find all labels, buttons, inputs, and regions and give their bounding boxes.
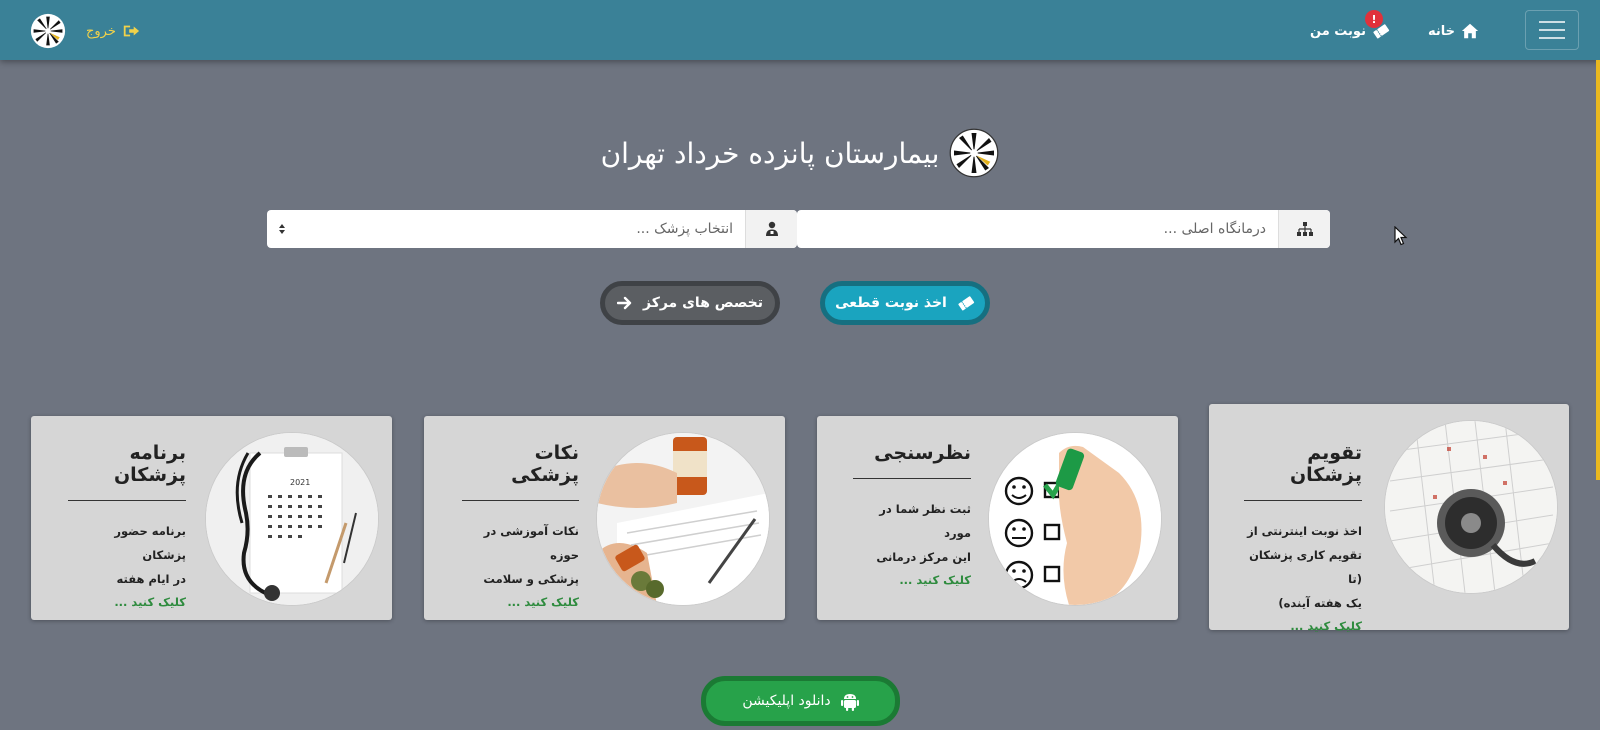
download-app-label: دانلود اپلیکیشن (742, 693, 831, 709)
doctor-icon (765, 221, 778, 236)
download-app-button[interactable]: دانلود اپلیکیشن (701, 676, 900, 726)
card-title: برنامه پزشکان (68, 442, 186, 501)
card-doctors-program[interactable]: 2021 برنامه پزشکان برنامه حضور پزشکان در… (31, 416, 392, 620)
card-desc-line: پزشکی و سلامت (483, 572, 579, 586)
card-description: اخذ نوبت اینترنتی از تقویم کاری پزشکان (… (1244, 519, 1362, 615)
svg-text:2021: 2021 (290, 478, 310, 487)
medical-tips-image (597, 433, 769, 605)
hospital-logo[interactable] (30, 13, 66, 49)
card-desc-line: یک هفته آینده) (1278, 596, 1362, 610)
sitemap-icon (1296, 222, 1313, 236)
card-desc-line: تقویم کاری پزشکان (تا (1249, 548, 1362, 586)
calendar-stethoscope-image (1385, 421, 1557, 593)
menu-bar (1539, 21, 1565, 23)
card-desc-line: این مرکز درمانی (876, 550, 971, 564)
card-text: تقویم پزشکان اخذ نوبت اینترنتی از تقویم … (1244, 442, 1362, 637)
mouse-cursor-icon (1394, 226, 1408, 246)
card-title: نکات پزشکی (462, 442, 579, 501)
card-description: نکات آموزشی در حوزه پزشکی و سلامت (462, 519, 579, 591)
page-title-row: بیمارستان پانزده خرداد تهران (0, 125, 1600, 181)
page-title: بیمارستان پانزده خرداد تهران (600, 136, 940, 170)
nav-home-label: خانه (1428, 23, 1456, 39)
card-text: نظرسنجی ثبت نظر شما در مورد این مرکز درم… (853, 442, 971, 591)
nav-home-link[interactable]: خانه (1428, 20, 1479, 42)
center-specialties-button[interactable]: تخصص های مرکز (600, 281, 780, 325)
navbar: خانه نوبت من ! خروج (0, 0, 1600, 60)
select-caret-icon (267, 210, 297, 248)
ticket-icon (958, 296, 974, 311)
card-title: تقویم پزشکان (1244, 442, 1362, 501)
card-link[interactable]: کلیک کنید ... (853, 569, 971, 591)
card-desc-line: برنامه حضور پزشکان (114, 524, 186, 562)
card-desc-line: در ایام هفته (116, 572, 186, 586)
card-text: نکات پزشکی نکات آموزشی در حوزه پزشکی و س… (462, 442, 579, 613)
clinic-select[interactable]: درمانگاه اصلی ... (797, 210, 1330, 248)
card-desc-line: ثبت نظر شما در مورد (879, 502, 971, 540)
android-icon (840, 694, 859, 711)
card-title: نظرسنجی (853, 442, 971, 479)
card-doctors-calendar[interactable]: تقویم پزشکان اخذ نوبت اینترنتی از تقویم … (1209, 404, 1569, 633)
menu-bar (1539, 37, 1565, 39)
notification-badge: ! (1365, 10, 1383, 28)
clinic-select-value: درمانگاه اصلی ... (1163, 221, 1266, 237)
card-description: ثبت نظر شما در مورد این مرکز درمانی (853, 497, 971, 569)
doctor-select-value: انتخاب پزشک ... (636, 221, 733, 237)
doctor-addon (745, 210, 797, 248)
hospital-logo (950, 128, 999, 178)
card-medical-tips[interactable]: نکات پزشکی نکات آموزشی در حوزه پزشکی و س… (424, 416, 785, 620)
doctor-select[interactable]: انتخاب پزشک ... (267, 210, 797, 248)
card-desc-line: اخذ نوبت اینترنتی از (1247, 524, 1362, 538)
center-specialties-label: تخصص های مرکز (643, 295, 764, 311)
nav-exit-label: خروج (86, 23, 116, 39)
clinic-addon (1278, 210, 1330, 248)
card-text: برنامه پزشکان برنامه حضور پزشکان در ایام… (68, 442, 186, 613)
card-link[interactable]: کلیک کنید ... (68, 591, 186, 613)
nav-myturn-label: نوبت من (1310, 23, 1366, 39)
card-link[interactable]: کلیک کنید ... (1244, 615, 1362, 637)
card-desc-line: نکات آموزشی در حوزه (483, 524, 579, 562)
final-appointment-label: اخذ نوبت قطعی (835, 295, 947, 311)
nav-exit-link[interactable]: خروج (86, 20, 140, 42)
menu-toggle-button[interactable] (1525, 10, 1579, 50)
card-link[interactable]: کلیک کنید ... (462, 591, 579, 613)
exit-icon (123, 25, 139, 37)
card-description: برنامه حضور پزشکان در ایام هفته (68, 519, 186, 591)
scroll-indicator[interactable] (1596, 60, 1600, 480)
doctors-program-image: 2021 (206, 433, 378, 605)
menu-bar (1539, 29, 1565, 31)
final-appointment-button[interactable]: اخذ نوبت قطعی (820, 281, 990, 325)
survey-checklist-image (989, 433, 1161, 605)
home-icon (1461, 23, 1479, 39)
card-survey[interactable]: نظرسنجی ثبت نظر شما در مورد این مرکز درم… (817, 416, 1178, 620)
arrow-right-icon (617, 296, 632, 310)
